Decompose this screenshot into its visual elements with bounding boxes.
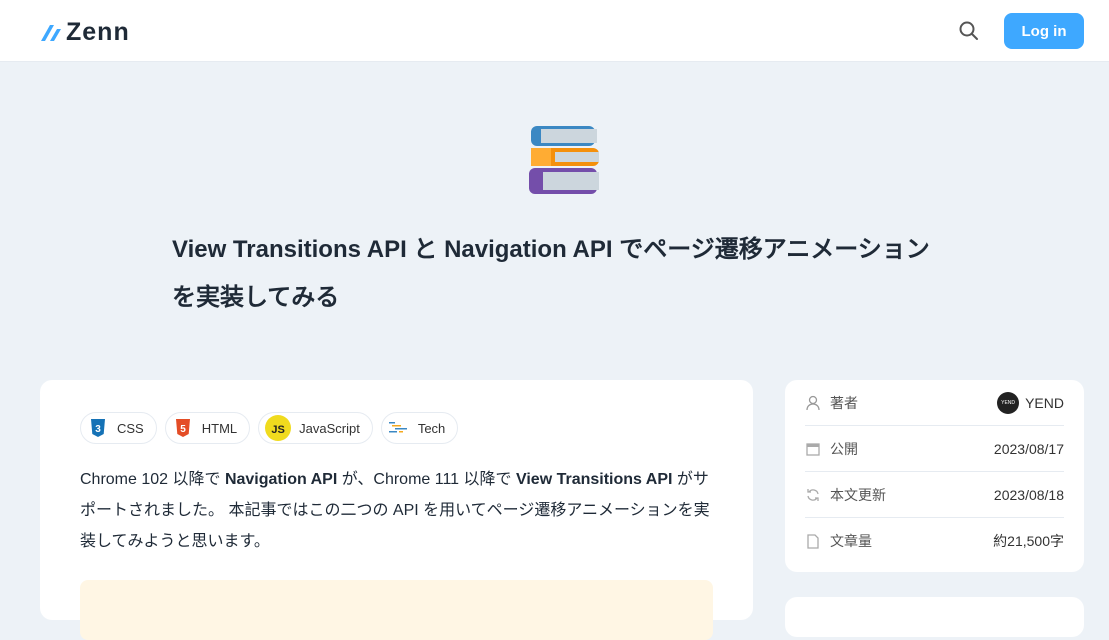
login-button[interactable]: Log in bbox=[1004, 13, 1084, 49]
article-intro: Chrome 102 以降で Navigation API が、Chrome 1… bbox=[80, 471, 710, 550]
author-link[interactable]: YEND YEND bbox=[997, 391, 1064, 414]
tag-tech[interactable]: Tech bbox=[380, 412, 459, 444]
header: Zenn Log in bbox=[0, 0, 1109, 62]
tag-label: HTML bbox=[201, 420, 238, 436]
article-length: 約21,500字 bbox=[993, 533, 1064, 549]
tech-icon bbox=[388, 417, 410, 439]
message-box bbox=[80, 580, 713, 640]
sidebar-card-next bbox=[785, 597, 1084, 637]
bold-view-transitions-api: View Transitions API bbox=[515, 471, 673, 488]
article-info-card: 著者 YEND YEND 公開 2023/08/17 本文更新 2023/08/1… bbox=[785, 380, 1084, 572]
updated-date: 2023/08/18 bbox=[993, 486, 1064, 503]
bold-navigation-api: Navigation API bbox=[224, 471, 338, 488]
info-updated: 本文更新 2023/08/18 bbox=[805, 472, 1064, 518]
info-author: 著者 YEND YEND bbox=[805, 380, 1064, 426]
books-emoji-icon bbox=[529, 126, 599, 194]
tag-label: Tech bbox=[417, 420, 446, 436]
tag-css[interactable]: 3 CSS bbox=[80, 412, 157, 444]
logo-text: Zenn bbox=[66, 18, 130, 46]
refresh-icon bbox=[805, 487, 821, 503]
css3-icon: 3 bbox=[87, 417, 109, 439]
tag-html[interactable]: 5 HTML bbox=[164, 412, 251, 444]
tag-javascript[interactable]: JS JavaScript bbox=[258, 412, 373, 444]
author-avatar: YEND bbox=[997, 391, 1020, 414]
tag-label: JavaScript bbox=[299, 420, 360, 436]
document-icon bbox=[805, 533, 821, 549]
article-card: 3 CSS 5 HTML JS JavaScript Tech Chrome 1… bbox=[40, 380, 753, 640]
search-icon[interactable] bbox=[958, 20, 980, 42]
published-date: 2023/08/17 bbox=[993, 440, 1064, 457]
zenn-logo-icon bbox=[41, 24, 61, 41]
tag-label: CSS bbox=[117, 420, 144, 436]
calendar-icon bbox=[805, 441, 821, 457]
svg-text:3: 3 bbox=[95, 424, 101, 435]
svg-text:5: 5 bbox=[180, 424, 186, 435]
article-title: View Transitions API と Navigation API でペ… bbox=[172, 236, 930, 311]
info-length: 文章量 約21,500字 bbox=[805, 518, 1064, 564]
user-icon bbox=[805, 395, 821, 411]
zenn-logo[interactable]: Zenn bbox=[40, 18, 130, 47]
javascript-icon: JS bbox=[265, 415, 292, 441]
info-published: 公開 2023/08/17 bbox=[805, 426, 1064, 472]
topic-tags: 3 CSS 5 HTML JS JavaScript Tech bbox=[80, 412, 459, 444]
html5-icon: 5 bbox=[172, 417, 194, 439]
